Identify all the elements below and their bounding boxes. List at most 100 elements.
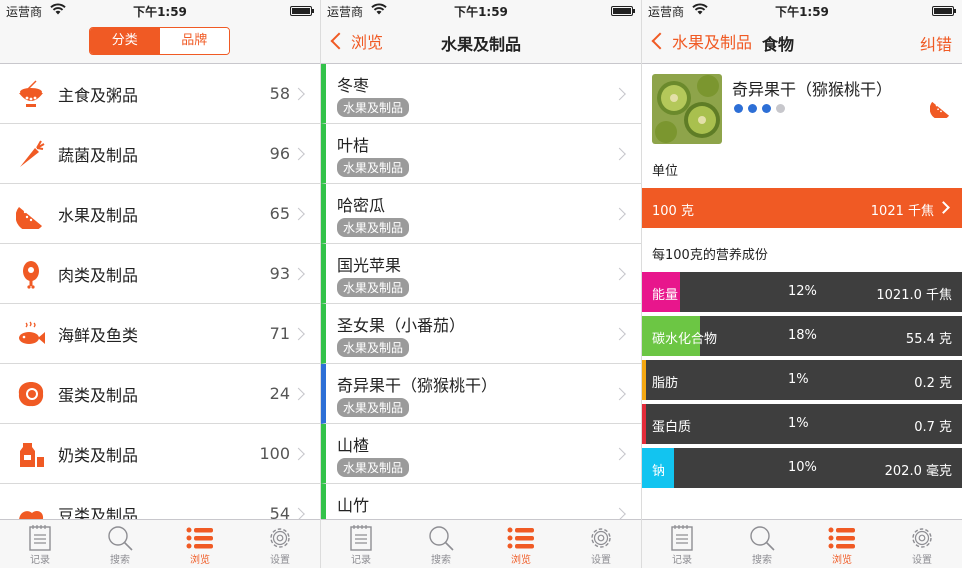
nutrient-percent: 1% (788, 372, 809, 387)
category-list[interactable]: 主食及粥品 58 蔬菌及制品 96 水果及制品 65 肉类及制品 93 海鲜及鱼… (0, 64, 320, 519)
nutrition-section-label: 每100克的营养成份 (652, 248, 768, 263)
nutrient-percent: 12% (788, 284, 817, 299)
unit-energy: 1021 千焦 (870, 204, 934, 219)
category-row-bean[interactable]: 豆类及制品 54 (0, 484, 320, 519)
food-row[interactable]: 冬枣 水果及制品 (321, 64, 641, 124)
chevron-right-icon (292, 267, 305, 280)
nutrient-row-sodium: 钠 10% 202.0 毫克 (642, 448, 962, 488)
category-count: 93 (269, 264, 290, 283)
food-name: 叶桔 (337, 136, 370, 155)
chevron-right-icon (613, 147, 626, 160)
nutrient-name: 钠 (652, 464, 666, 479)
list-icon (507, 527, 534, 549)
status-bar: 运营商 下午1:59 (642, 0, 962, 20)
segment-category[interactable]: 分类 (90, 28, 160, 54)
chevron-right-icon (292, 207, 305, 220)
category-row-egg[interactable]: 蛋类及制品 24 (0, 364, 320, 424)
chevron-right-icon (613, 87, 626, 100)
status-time: 下午1:59 (454, 5, 508, 19)
nutrient-name: 碳水化合物 (652, 332, 718, 347)
tab-browse[interactable]: 浏览 (160, 520, 240, 568)
tab-label: 设置 (270, 555, 290, 566)
nutrient-name: 脂肪 (652, 376, 679, 391)
unit-selector[interactable]: 100 克 1021 千焦 (642, 188, 962, 228)
chevron-right-icon (292, 327, 305, 340)
tab-browse[interactable]: 浏览 (481, 520, 561, 568)
tab-label: 搜索 (752, 555, 772, 566)
unit-section-label: 单位 (652, 164, 679, 179)
search-icon (429, 526, 454, 551)
food-category-tag: 水果及制品 (337, 278, 410, 297)
nav-bar: 浏览 水果及制品 (321, 20, 641, 64)
food-row[interactable]: 叶桔 水果及制品 (321, 124, 641, 184)
tab-settings[interactable]: 设置 (240, 520, 320, 568)
chevron-right-icon (613, 327, 626, 340)
chevron-right-icon (292, 87, 305, 100)
category-label: 豆类及制品 (58, 505, 139, 520)
notebook-icon (350, 525, 372, 551)
tab-settings[interactable]: 设置 (882, 520, 962, 568)
rating-dot-filled (762, 104, 771, 113)
food-category-tag: 水果及制品 (337, 458, 410, 477)
category-row-dairy[interactable]: 奶类及制品 100 (0, 424, 320, 484)
rating-dot-empty (776, 104, 785, 113)
notebook-icon (671, 525, 693, 551)
tab-record[interactable]: 记录 (0, 520, 80, 568)
food-row[interactable]: 山竹 (321, 484, 641, 519)
food-row-selected[interactable]: 奇异果干（猕猴桃干） 水果及制品 (321, 364, 641, 424)
tab-search[interactable]: 搜索 (722, 520, 802, 568)
page-title: 水果及制品 (440, 35, 521, 54)
tab-settings[interactable]: 设置 (561, 520, 641, 568)
tab-search[interactable]: 搜索 (401, 520, 481, 568)
category-row-staple[interactable]: 主食及粥品 58 (0, 64, 320, 124)
rating-dot-filled (748, 104, 757, 113)
category-row-vegetable[interactable]: 蔬菌及制品 96 (0, 124, 320, 184)
list-icon (186, 527, 213, 549)
watermelon-icon (14, 197, 48, 231)
food-detail-screen: 运营商 下午1:59 水果及制品 食物 纠错 奇异果干（猕猴桃干） 单位 100… (642, 0, 962, 568)
category-brand-segmented-control[interactable]: 分类 品牌 (89, 27, 230, 55)
unit-amount: 100 克 (652, 204, 694, 219)
food-name: 圣女果（小番茄） (337, 316, 466, 335)
category-count: 71 (269, 324, 290, 343)
category-row-seafood[interactable]: 海鲜及鱼类 71 (0, 304, 320, 364)
food-row[interactable]: 哈密瓜 水果及制品 (321, 184, 641, 244)
nav-bar: 水果及制品 食物 纠错 (642, 20, 962, 64)
category-row-meat[interactable]: 肉类及制品 93 (0, 244, 320, 304)
food-name: 奇异果干（猕猴桃干） (337, 376, 498, 395)
food-detail: 奇异果干（猕猴桃干） 单位 100 克 1021 千焦 每100克的营养成份 能… (642, 64, 962, 519)
chevron-right-icon (292, 447, 305, 460)
food-row[interactable]: 圣女果（小番茄） 水果及制品 (321, 304, 641, 364)
nutrient-percent: 18% (788, 328, 817, 343)
segment-brand[interactable]: 品牌 (159, 28, 229, 54)
battery-icon (932, 6, 956, 16)
food-row[interactable]: 山楂 水果及制品 (321, 424, 641, 484)
rating-dot-filled (734, 104, 743, 113)
watermelon-icon (930, 101, 950, 118)
app-triptych: 运营商 下午1:59 分类 品牌 主食及粥品 58 蔬菌及制品 96 水果及制品… (0, 0, 962, 568)
back-button[interactable]: 水果及制品 (650, 29, 752, 53)
report-error-button[interactable]: 纠错 (920, 31, 952, 55)
tab-label: 记录 (351, 555, 371, 566)
food-name: 哈密瓜 (337, 196, 386, 215)
tab-search[interactable]: 搜索 (80, 520, 160, 568)
nutrient-bar (642, 360, 646, 400)
category-screen: 运营商 下午1:59 分类 品牌 主食及粥品 58 蔬菌及制品 96 水果及制品… (0, 0, 320, 568)
food-photo (652, 74, 722, 144)
food-row[interactable]: 国光苹果 水果及制品 (321, 244, 641, 304)
food-category-tag: 水果及制品 (337, 218, 410, 237)
food-category-tag: 水果及制品 (337, 98, 410, 117)
nutrient-row-fat: 脂肪 1% 0.2 克 (642, 360, 962, 400)
category-count: 54 (269, 504, 290, 519)
battery-icon (611, 6, 635, 16)
nutrient-value: 0.2 克 (914, 376, 952, 391)
tab-record[interactable]: 记录 (642, 520, 722, 568)
tab-label: 记录 (672, 555, 692, 566)
tab-browse[interactable]: 浏览 (802, 520, 882, 568)
category-row-fruit[interactable]: 水果及制品 65 (0, 184, 320, 244)
tab-record[interactable]: 记录 (321, 520, 401, 568)
category-label: 主食及粥品 (58, 85, 139, 105)
food-list[interactable]: 冬枣 水果及制品 叶桔 水果及制品 哈密瓜 水果及制品 国光苹果 水果及制品 圣女果（小… (321, 64, 641, 519)
list-icon (828, 527, 855, 549)
category-count: 65 (269, 204, 290, 223)
